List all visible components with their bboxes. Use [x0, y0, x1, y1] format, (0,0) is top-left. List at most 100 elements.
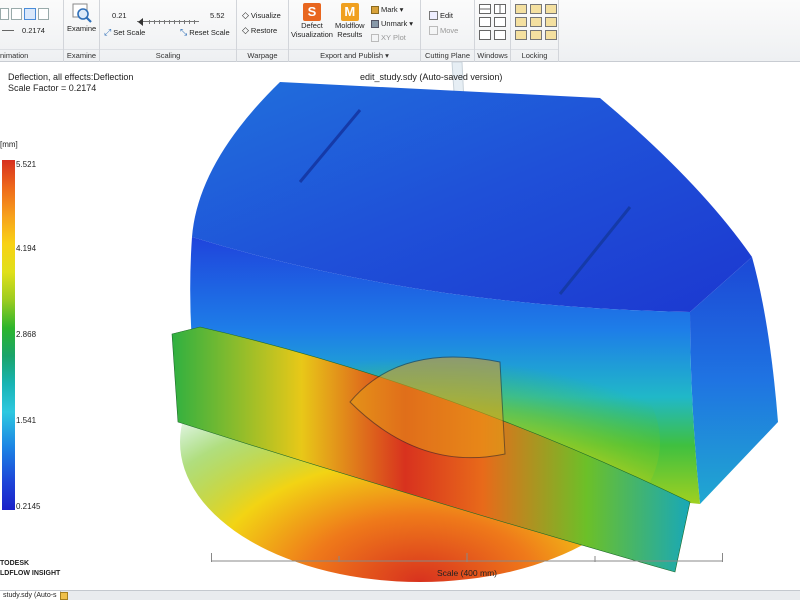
locking-group-label: Locking: [511, 49, 558, 60]
scale-slider[interactable]: [137, 18, 199, 26]
document-tab-strip: study.sdy (Auto-s: [0, 590, 800, 600]
visualize-label: Visualize: [250, 11, 281, 20]
animation-value-row: 0.2174: [2, 26, 45, 35]
animation-controls: [0, 8, 49, 20]
model-viewport[interactable]: Deflection, all effects:Deflection Scale…: [0, 62, 800, 590]
reset-scale-button[interactable]: ⤡ Reset Scale: [180, 27, 230, 38]
mark-button[interactable]: Mark ▾: [371, 5, 403, 14]
xy-plot-label: XY Plot: [381, 33, 406, 42]
legend-color-bar: [2, 160, 15, 510]
defect-label-line2: Visualization: [291, 30, 333, 39]
window-layout-grid: [479, 4, 506, 40]
animation-group-label: nimation: [0, 49, 63, 60]
visualize-icon: ◇: [242, 10, 249, 20]
step-forward-icon[interactable]: [38, 8, 49, 20]
moldflow-results-button[interactable]: M Moldflow Results: [335, 3, 365, 39]
cutting-plane-group: Edit Move Cutting Plane: [421, 0, 475, 62]
cutting-plane-group-label: Cutting Plane: [421, 49, 474, 60]
moldflow-label-line2: Results: [337, 30, 363, 39]
tab-close-icon[interactable]: [60, 592, 68, 600]
lock-icon[interactable]: [530, 4, 542, 14]
result-info: Deflection, all effects:Deflection Scale…: [8, 72, 133, 94]
mark-label: Mark: [381, 5, 398, 14]
cutting-edit-icon: [429, 11, 438, 20]
window-layout-icon[interactable]: [479, 30, 491, 40]
window-layout-icon[interactable]: [494, 4, 506, 14]
moldflow-insight-window: 0.2174 nimation Examine Examine 0.21 5.5…: [0, 0, 800, 600]
examine-group: Examine Examine: [64, 0, 100, 62]
unmark-label: Unmark: [381, 19, 408, 28]
examine-button[interactable]: Examine: [67, 3, 96, 33]
examine-magnifier-icon: [72, 3, 92, 23]
examine-group-label: Examine: [64, 49, 99, 60]
cutting-move-icon: [429, 26, 438, 35]
xy-plot-icon: [371, 33, 379, 42]
unmark-icon: [371, 19, 379, 28]
brand-logo-line2: LDFLOW INSIGHT: [0, 570, 61, 577]
legend-tick-label: 4.194: [16, 244, 37, 253]
stop-icon[interactable]: [11, 8, 22, 20]
study-title: edit_study.sdy (Auto-saved version): [360, 72, 503, 82]
reset-scale-label: Reset Scale: [189, 28, 230, 37]
lock-icon[interactable]: [545, 4, 557, 14]
window-layout-icon[interactable]: [479, 17, 491, 27]
scaling-group-label: Scaling: [100, 49, 236, 60]
cutting-move-label: Move: [440, 26, 459, 35]
scale-slider-thumb[interactable]: [138, 18, 143, 26]
animation-slider[interactable]: [2, 30, 14, 31]
brand-logo-line1: TODESK: [0, 560, 30, 567]
examine-button-label: Examine: [67, 24, 97, 33]
lock-icon[interactable]: [515, 17, 527, 27]
window-layout-icon[interactable]: [494, 30, 506, 40]
export-publish-group-label: Export and Publish ▾: [289, 49, 420, 60]
cutting-edit-button[interactable]: Edit: [429, 11, 453, 20]
locking-icon-grid: [515, 4, 557, 40]
restore-icon: ◇: [242, 25, 249, 35]
xy-plot-button[interactable]: XY Plot: [371, 33, 406, 42]
moldflow-results-icon: M: [340, 3, 359, 21]
warpage-group: ◇ Visualize ◇ Restore Warpage: [237, 0, 289, 62]
defect-visualization-icon: S: [302, 3, 321, 21]
cutting-move-button[interactable]: Move: [429, 26, 458, 35]
export-publish-label-text: Export and Publish: [320, 51, 384, 60]
set-scale-button[interactable]: ⤢ Set Scale: [104, 27, 145, 38]
restore-button[interactable]: ◇ Restore: [242, 25, 277, 36]
deflection-result-model[interactable]: [0, 62, 800, 590]
cutting-edit-label: Edit: [440, 11, 453, 20]
study-tab[interactable]: study.sdy (Auto-s: [0, 591, 61, 600]
scale-factor: Scale Factor = 0.2174: [8, 83, 97, 93]
visualize-button[interactable]: ◇ Visualize: [242, 10, 281, 21]
lock-icon[interactable]: [530, 17, 542, 27]
defect-label-line1: Defect: [301, 21, 323, 30]
scale-slider-ticks: [149, 20, 199, 24]
unmark-button[interactable]: Unmark ▾: [371, 19, 413, 28]
moldflow-label-line1: Moldflow: [335, 21, 365, 30]
warpage-group-label: Warpage: [237, 49, 288, 60]
export-publish-expand-icon[interactable]: ▾: [385, 51, 389, 60]
legend-unit: [mm]: [0, 140, 18, 149]
legend-tick-label: 2.868: [16, 330, 37, 339]
legend-tick-label: 1.541: [16, 416, 37, 425]
loop-icon[interactable]: [24, 8, 36, 20]
window-layout-icon[interactable]: [479, 4, 491, 14]
windows-group: Windows: [475, 0, 511, 62]
lock-icon[interactable]: [545, 17, 557, 27]
step-back-icon[interactable]: [0, 8, 9, 20]
defect-visualization-button[interactable]: S Defect Visualization: [291, 3, 333, 39]
windows-group-label: Windows: [475, 49, 510, 60]
animation-value: 0.2174: [22, 26, 45, 35]
lock-icon[interactable]: [545, 30, 557, 40]
scale-label: Scale (400 mm): [437, 568, 497, 578]
legend-tick-label: 5.521: [16, 160, 37, 169]
unmark-dropdown-icon: ▾: [409, 19, 414, 28]
lock-icon[interactable]: [530, 30, 542, 40]
scaling-group: 0.21 5.52 ⤢ Set Scale ⤡ Reset Scale Scal…: [100, 0, 237, 62]
lock-icon[interactable]: [515, 4, 527, 14]
locking-group: Locking: [511, 0, 559, 62]
export-publish-group: S Defect Visualization M Moldflow Result…: [289, 0, 421, 62]
set-scale-icon: ⤢: [104, 27, 112, 37]
lock-icon[interactable]: [515, 30, 527, 40]
reset-scale-icon: ⤡: [180, 27, 188, 37]
window-layout-icon[interactable]: [494, 17, 506, 27]
legend-tick-label: 0.2145: [16, 502, 41, 511]
